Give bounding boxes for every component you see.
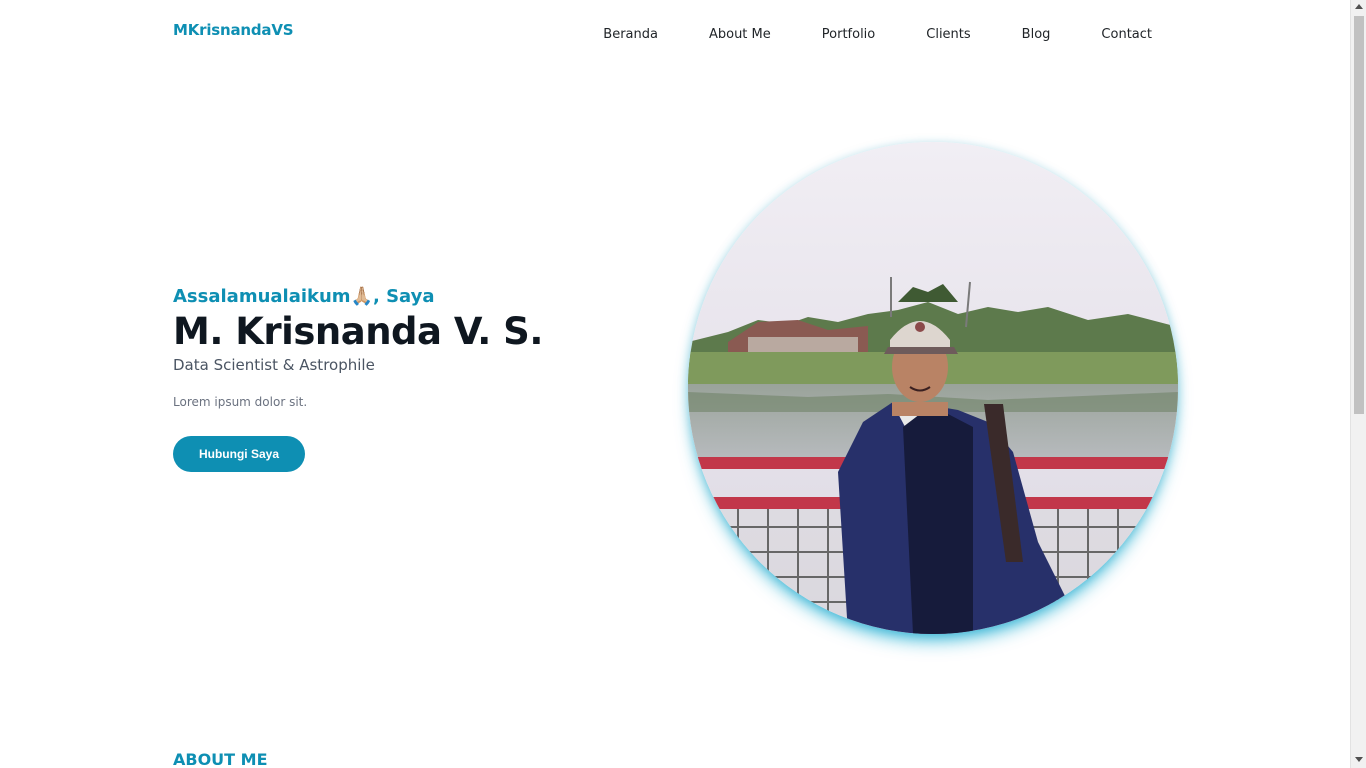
scroll-up-arrow-icon[interactable] (1355, 4, 1363, 9)
hero-text: Assalamualaikum🙏🏼, Saya M. Krisnanda V. … (173, 285, 633, 472)
nav-item-beranda: Beranda (603, 23, 658, 42)
scrollbar-thumb[interactable] (1354, 16, 1364, 414)
page: MKrisnandaVS Beranda About Me Portfolio … (0, 0, 1350, 768)
nav-link-clients[interactable]: Clients (926, 27, 970, 42)
profile-photo (688, 142, 1178, 634)
nav-link-blog[interactable]: Blog (1022, 27, 1051, 42)
nav-links: Beranda About Me Portfolio Clients Blog … (603, 23, 1152, 42)
about-me-heading: ABOUT ME (173, 750, 268, 768)
scroll-down-arrow-icon[interactable] (1355, 757, 1363, 762)
navbar: MKrisnandaVS Beranda About Me Portfolio … (0, 0, 1350, 62)
hero-name: M. Krisnanda V. S. (173, 310, 543, 353)
scrollbar[interactable] (1350, 0, 1366, 768)
profile-photo-image (688, 142, 1178, 634)
nav-item-contact: Contact (1101, 23, 1152, 42)
brand-logo[interactable]: MKrisnandaVS (173, 21, 294, 39)
contact-me-button[interactable]: Hubungi Saya (173, 436, 305, 472)
nav-link-about-me[interactable]: About Me (709, 27, 771, 42)
nav-item-about-me: About Me (709, 23, 771, 42)
hero-role: Data Scientist & Astrophile (173, 356, 375, 374)
nav-item-clients: Clients (926, 23, 970, 42)
nav-link-contact[interactable]: Contact (1101, 27, 1152, 42)
nav-item-blog: Blog (1022, 23, 1051, 42)
nav-item-portfolio: Portfolio (822, 23, 875, 42)
nav-link-portfolio[interactable]: Portfolio (822, 27, 875, 42)
hero-greeting: Assalamualaikum🙏🏼, Saya (173, 286, 435, 307)
hero-description: Lorem ipsum dolor sit. (173, 395, 308, 409)
nav-link-beranda[interactable]: Beranda (603, 27, 658, 42)
